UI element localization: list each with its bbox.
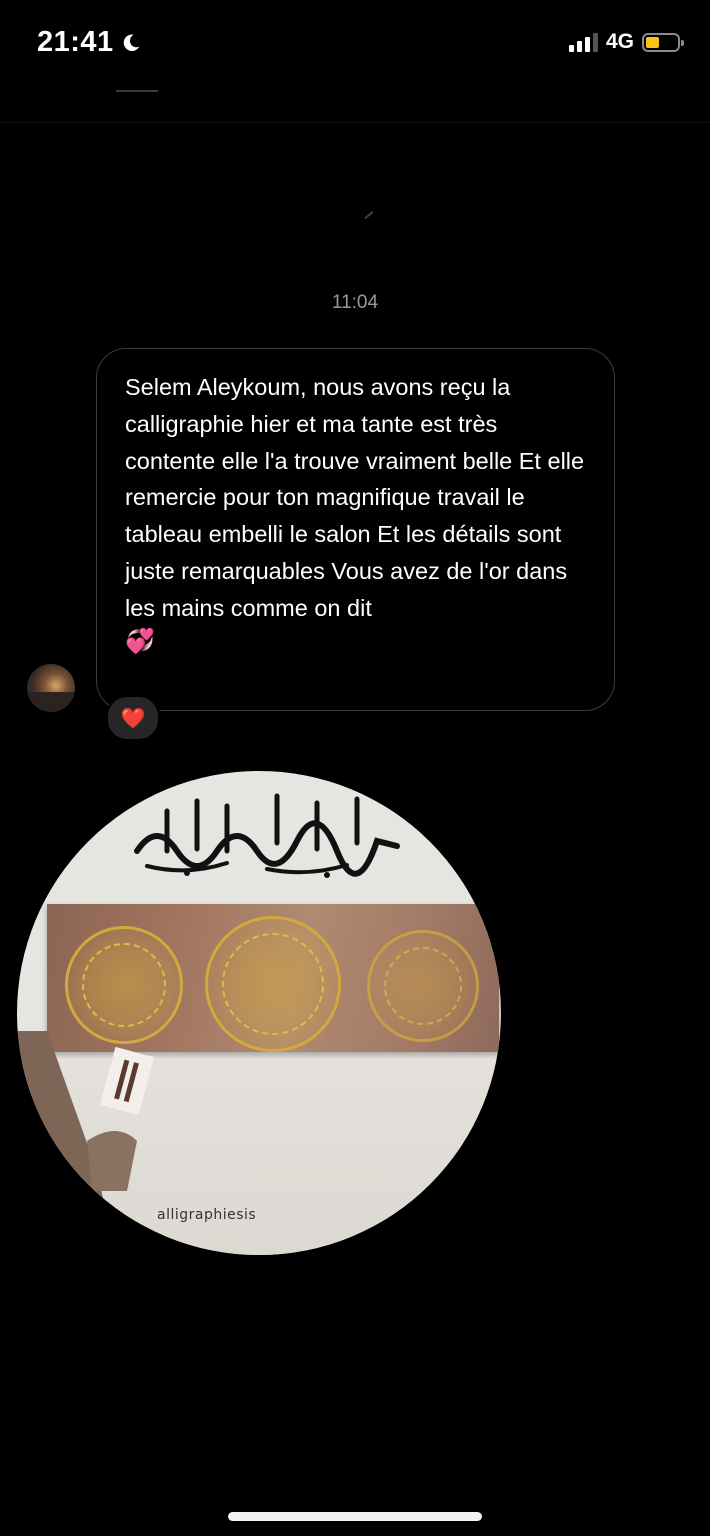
person-holding-brush (17, 1031, 155, 1255)
status-time: 21:41 (37, 26, 142, 59)
hearts-emoji: 💞 (125, 627, 155, 655)
battery-icon (642, 32, 684, 52)
clock-label: 21:41 (37, 26, 114, 58)
photo-message[interactable]: alligraphiesis (17, 771, 501, 1255)
decor-mark (364, 211, 374, 219)
watermark-label: alligraphiesis (157, 1207, 257, 1223)
calligraphy-wall-decal (134, 793, 400, 878)
header-divider (116, 90, 158, 92)
gold-medallion-left (65, 926, 183, 1044)
status-indicators: 4G (568, 30, 684, 54)
header-line (0, 122, 710, 123)
gold-medallion-center (205, 916, 341, 1052)
message-bubble[interactable]: Selem Aleykoum, nous avons reçu la calli… (96, 348, 615, 711)
signal-icon (568, 32, 598, 52)
gold-medallion-right (367, 930, 479, 1042)
reaction-badge[interactable]: ❤️ (106, 695, 160, 741)
network-label: 4G (605, 30, 634, 53)
status-bar: 21:41 4G (0, 0, 710, 88)
message-timestamp: 11:04 (331, 292, 379, 313)
message-text: Selem Aleykoum, nous avons reçu la calli… (125, 374, 585, 621)
moon-icon (123, 34, 139, 51)
home-indicator[interactable] (228, 1512, 482, 1521)
heart-icon: ❤️ (120, 707, 146, 730)
canvas-painting (47, 904, 499, 1052)
sender-avatar[interactable] (27, 664, 75, 712)
